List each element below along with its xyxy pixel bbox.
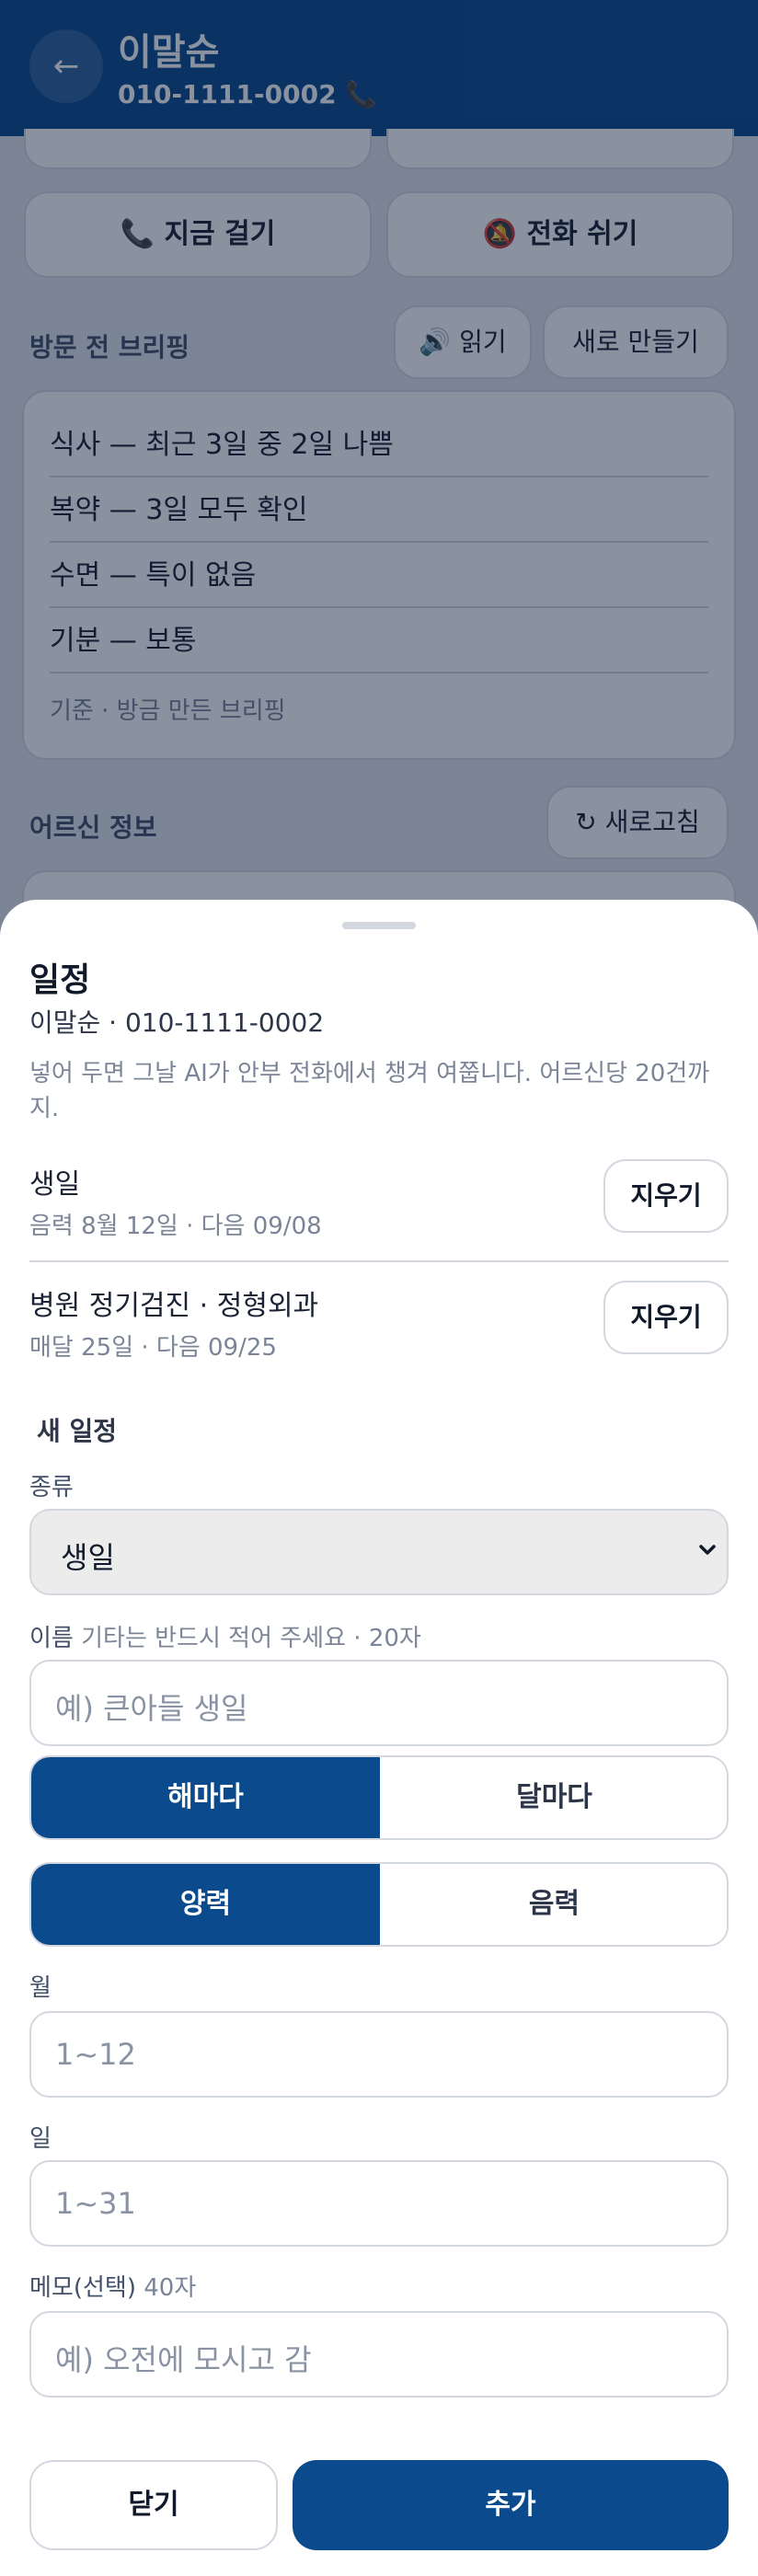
clear-event-button[interactable]: 지우기 xyxy=(603,1281,729,1354)
name-input[interactable]: 예) 큰아들 생일 xyxy=(29,1660,729,1746)
event-divider xyxy=(29,1260,729,1262)
memo-label: 메모(선택) 40자 xyxy=(29,2269,196,2303)
chevron-down-icon xyxy=(699,1545,716,1555)
new-event-heading: 새 일정 xyxy=(37,1416,118,1446)
day-label: 일 xyxy=(29,2125,52,2153)
repeat-monthly-option[interactable]: 달마다 xyxy=(380,1757,727,1838)
memo-input[interactable]: 예) 오전에 모시고 감 xyxy=(29,2311,729,2398)
name-label-text: 이름 xyxy=(29,1625,74,1652)
kind-select[interactable]: 생일 xyxy=(29,1509,729,1595)
close-button[interactable]: 닫기 xyxy=(29,2460,278,2550)
event-item: 생일 음력 8월 12일 · 다음 09/08 지우기 xyxy=(29,1159,729,1271)
kind-label: 종류 xyxy=(29,1474,74,1501)
calendar-lunar-option[interactable]: 음력 xyxy=(380,1864,727,1945)
add-button[interactable]: 추가 xyxy=(293,2460,729,2550)
memo-hint: 40자 xyxy=(144,2274,197,2302)
schedule-sheet: 일정 이말순 · 010-1111-0002 넣어 두면 그날 AI가 안부 전… xyxy=(0,900,758,2576)
event-item: 병원 정기검진 · 정형외과 매달 25일 · 다음 09/25 지우기 xyxy=(29,1281,729,1393)
event-detail: 매달 25일 · 다음 09/25 xyxy=(29,1334,277,1362)
name-input-placeholder: 예) 큰아들 생일 xyxy=(55,1691,248,1726)
month-input[interactable]: 1~12 xyxy=(29,2011,729,2098)
kind-select-value: 생일 xyxy=(61,1540,115,1575)
repeat-yearly-option[interactable]: 해마다 xyxy=(31,1757,380,1838)
event-detail: 음력 8월 12일 · 다음 09/08 xyxy=(29,1213,322,1240)
repeat-toggle: 해마다 달마다 xyxy=(29,1755,729,1840)
sheet-note: 넣어 두면 그날 AI가 안부 전화에서 챙겨 여쭙니다. 어르신당 20건까지… xyxy=(29,1060,710,1122)
calendar-solar-option[interactable]: 양력 xyxy=(31,1864,380,1945)
memo-label-text: 메모(선택) xyxy=(29,2274,136,2302)
name-label: 이름 기타는 반드시 적어 주세요 · 20자 xyxy=(29,1619,421,1653)
month-label: 월 xyxy=(29,1974,52,2002)
month-input-placeholder: 1~12 xyxy=(55,2037,136,2072)
name-hint: 기타는 반드시 적어 주세요 · 20자 xyxy=(81,1625,421,1652)
memo-input-placeholder: 예) 오전에 모시고 감 xyxy=(55,2342,312,2377)
sheet-drag-handle[interactable] xyxy=(342,922,416,929)
clear-event-button[interactable]: 지우기 xyxy=(603,1159,729,1233)
sheet-title: 일정 xyxy=(29,961,91,999)
day-input[interactable]: 1~31 xyxy=(29,2160,729,2247)
sheet-subtitle: 이말순 · 010-1111-0002 xyxy=(29,1007,325,1038)
calendar-toggle: 양력 음력 xyxy=(29,1862,729,1947)
day-input-placeholder: 1~31 xyxy=(55,2186,136,2221)
event-title: 생일 xyxy=(29,1168,81,1201)
event-title: 병원 정기검진 · 정형외과 xyxy=(29,1290,319,1322)
